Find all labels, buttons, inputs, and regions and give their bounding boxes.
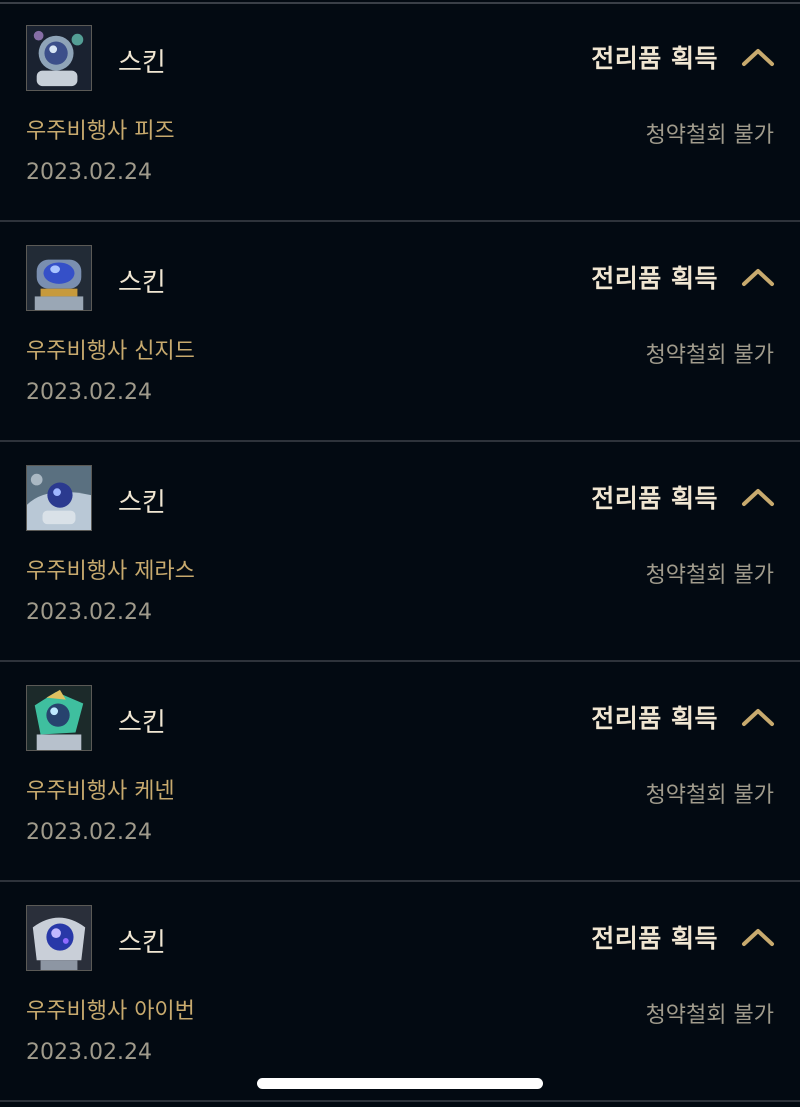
item-name: 우주비행사 케넨 xyxy=(26,779,175,804)
history-item[interactable]: 스킨 전리품 획득 우주비행사 피즈 청약철회 불가 2023.02.24 xyxy=(0,4,800,222)
history-item[interactable]: 스킨 전리품 획득 우주비행사 아이번 청약철회 불가 2023.02.24 xyxy=(0,884,800,1102)
item-divider xyxy=(0,220,800,222)
item-divider xyxy=(0,1100,800,1102)
item-date: 2023.02.24 xyxy=(26,380,152,405)
item-source-label: 전리품 획득 xyxy=(591,44,718,73)
chevron-up-icon[interactable] xyxy=(738,702,778,732)
item-date: 2023.02.24 xyxy=(26,1040,152,1065)
history-item[interactable]: 스킨 전리품 획득 우주비행사 케넨 청약철회 불가 2023.02.24 xyxy=(0,664,800,882)
skin-thumbnail-icon xyxy=(26,905,92,971)
item-type-label: 스킨 xyxy=(118,48,166,78)
item-name: 우주비행사 아이번 xyxy=(26,999,195,1024)
skin-thumbnail-icon xyxy=(26,465,92,531)
item-name: 우주비행사 제라스 xyxy=(26,559,195,584)
item-date: 2023.02.24 xyxy=(26,820,152,845)
refund-status: 청약철회 불가 xyxy=(645,123,774,148)
item-type-label: 스킨 xyxy=(118,268,166,298)
refund-status: 청약철회 불가 xyxy=(645,563,774,588)
item-date: 2023.02.24 xyxy=(26,600,152,625)
refund-status: 청약철회 불가 xyxy=(645,1003,774,1028)
skin-thumbnail-icon xyxy=(26,685,92,751)
refund-status: 청약철회 불가 xyxy=(645,783,774,808)
home-indicator[interactable] xyxy=(257,1078,543,1089)
item-source-label: 전리품 획득 xyxy=(591,924,718,953)
item-source-label: 전리품 획득 xyxy=(591,264,718,293)
skin-thumbnail-icon xyxy=(26,25,92,91)
chevron-up-icon[interactable] xyxy=(738,42,778,72)
item-date: 2023.02.24 xyxy=(26,160,152,185)
refund-status: 청약철회 불가 xyxy=(645,343,774,368)
item-name: 우주비행사 신지드 xyxy=(26,339,195,364)
chevron-up-icon[interactable] xyxy=(738,922,778,952)
item-type-label: 스킨 xyxy=(118,928,166,958)
history-item[interactable]: 스킨 전리품 획득 우주비행사 신지드 청약철회 불가 2023.02.24 xyxy=(0,224,800,442)
item-name: 우주비행사 피즈 xyxy=(26,119,175,144)
item-divider xyxy=(0,440,800,442)
history-item[interactable]: 스킨 전리품 획득 우주비행사 제라스 청약철회 불가 2023.02.24 xyxy=(0,444,800,662)
item-divider xyxy=(0,880,800,882)
chevron-up-icon[interactable] xyxy=(738,482,778,512)
item-source-label: 전리품 획득 xyxy=(591,484,718,513)
skin-thumbnail-icon xyxy=(26,245,92,311)
item-type-label: 스킨 xyxy=(118,708,166,738)
chevron-up-icon[interactable] xyxy=(738,262,778,292)
item-type-label: 스킨 xyxy=(118,488,166,518)
item-source-label: 전리품 획득 xyxy=(591,704,718,733)
item-divider xyxy=(0,660,800,662)
